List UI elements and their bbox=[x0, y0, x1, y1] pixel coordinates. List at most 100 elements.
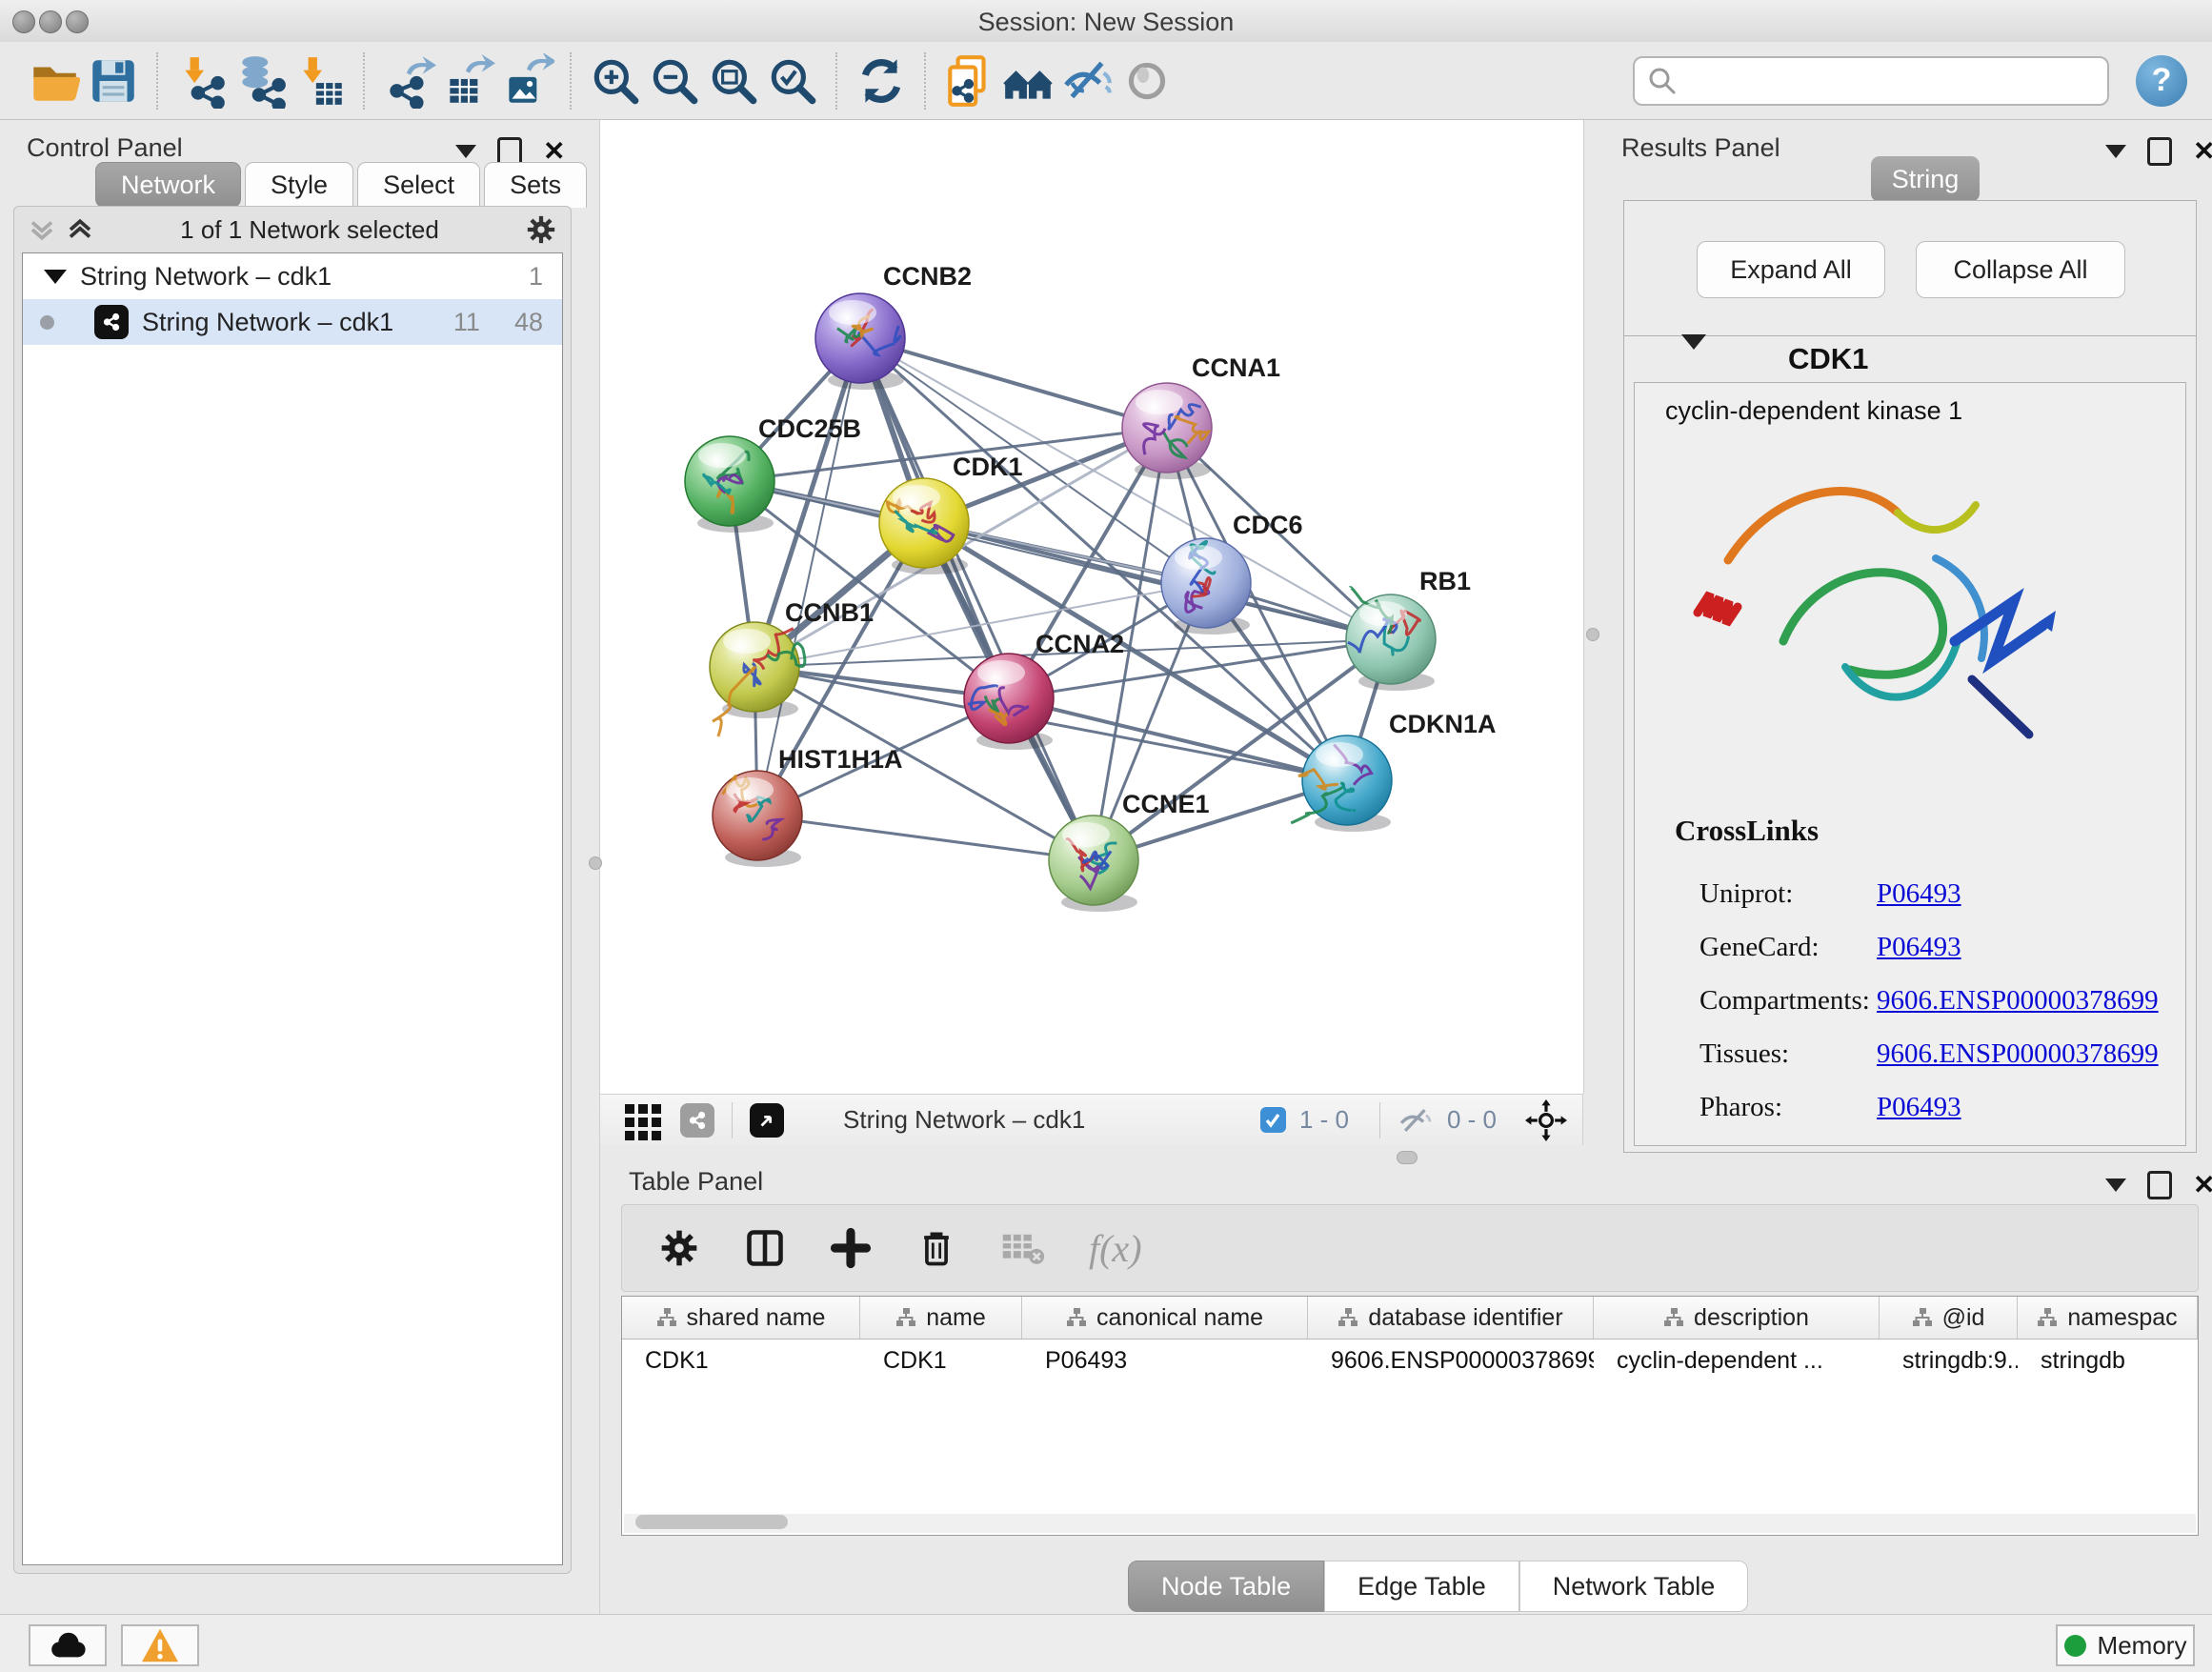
warning-status-button[interactable] bbox=[121, 1624, 199, 1666]
expand-all-icon[interactable] bbox=[66, 215, 94, 244]
refresh-button[interactable] bbox=[852, 51, 911, 111]
tab-string[interactable]: String bbox=[1871, 156, 1980, 202]
refresh-icon bbox=[854, 53, 909, 109]
tab-network-table[interactable]: Network Table bbox=[1519, 1561, 1749, 1612]
panel-float-icon[interactable] bbox=[2147, 1171, 2172, 1199]
column-header-name[interactable]: name bbox=[860, 1297, 1022, 1339]
table-row[interactable]: CDK1CDK1P064939606.ENSP00000378699cyclin… bbox=[622, 1340, 2198, 1381]
crosslink-link[interactable]: P06493 bbox=[1877, 932, 1961, 962]
crosslink-row: Compartments:9606.ENSP00000378699 bbox=[1699, 985, 2159, 1027]
node-CDC6[interactable]: CDC6 bbox=[1161, 511, 1303, 635]
column-header-database-identifier[interactable]: database identifier bbox=[1308, 1297, 1594, 1339]
panel-float-icon[interactable] bbox=[2147, 137, 2172, 166]
delete-column-icon[interactable] bbox=[915, 1227, 957, 1269]
tab-style[interactable]: Style bbox=[245, 162, 353, 208]
zoom-in-button[interactable] bbox=[586, 51, 645, 111]
column-header-shared-name[interactable]: shared name bbox=[622, 1297, 860, 1339]
column-header-canonical-name[interactable]: canonical name bbox=[1022, 1297, 1308, 1339]
panel-menu-icon[interactable] bbox=[2105, 145, 2126, 158]
grid-view-icon[interactable] bbox=[623, 1100, 663, 1140]
crosslink-link[interactable]: P06493 bbox=[1877, 878, 1961, 909]
zoom-selected-button[interactable] bbox=[763, 51, 822, 111]
pan-crosshair-icon[interactable] bbox=[1525, 1099, 1567, 1141]
first-neighbors-button[interactable] bbox=[999, 51, 1058, 111]
export-image-button[interactable] bbox=[497, 51, 556, 111]
gear-icon[interactable] bbox=[658, 1227, 700, 1269]
edge-CCNB2-HIST1H1A[interactable] bbox=[757, 338, 860, 816]
column-header-description[interactable]: description bbox=[1594, 1297, 1880, 1339]
import-table-from-file-button[interactable] bbox=[291, 51, 350, 111]
open-session-button[interactable] bbox=[25, 51, 84, 111]
panel-close-icon[interactable]: ✕ bbox=[2193, 142, 2212, 161]
network-graph[interactable]: CCNB2CCNA1CDC25BCDK1CDC6RB1CCNB1CCNA2CDK… bbox=[600, 120, 1583, 1094]
tab-select[interactable]: Select bbox=[357, 162, 480, 208]
table-cell: P06493 bbox=[1022, 1347, 1308, 1375]
network-row[interactable]: String Network – cdk1 11 48 bbox=[23, 299, 562, 345]
crosslink-link[interactable]: 9606.ENSP00000378699 bbox=[1877, 1038, 2159, 1069]
panel-menu-icon[interactable] bbox=[2105, 1178, 2126, 1192]
toolbar-separator bbox=[835, 52, 838, 110]
memory-button[interactable]: Memory bbox=[2056, 1624, 2195, 1666]
cloud-status-button[interactable] bbox=[29, 1624, 107, 1666]
horizontal-scrollbar-thumb[interactable] bbox=[635, 1515, 788, 1529]
network-canvas[interactable]: CCNB2CCNA1CDC25BCDK1CDC6RB1CCNB1CCNA2CDK… bbox=[600, 120, 1584, 1094]
string-view-icon[interactable] bbox=[680, 1103, 714, 1138]
edge-CCNB2-CCNA1[interactable] bbox=[860, 338, 1167, 428]
table-type-tabs: Node TableEdge TableNetwork Table bbox=[1128, 1561, 1748, 1612]
collapse-all-icon[interactable] bbox=[28, 215, 56, 244]
node-CCNB1[interactable]: CCNB1 bbox=[710, 598, 874, 736]
export-table-button[interactable] bbox=[438, 51, 497, 111]
right-splitter-grip[interactable] bbox=[1586, 628, 1599, 641]
node-label-CCNA2: CCNA2 bbox=[1036, 630, 1124, 658]
hide-selection-button[interactable] bbox=[1058, 51, 1117, 111]
tab-sets[interactable]: Sets bbox=[484, 162, 587, 208]
edge-HIST1H1A-CCNE1[interactable] bbox=[757, 816, 1094, 860]
show-all-button[interactable] bbox=[1117, 51, 1176, 111]
import-network-from-database-button[interactable] bbox=[231, 51, 291, 111]
zoom-out-button[interactable] bbox=[645, 51, 704, 111]
left-splitter-grip[interactable] bbox=[589, 856, 602, 870]
gear-icon[interactable] bbox=[525, 213, 557, 246]
help-button[interactable]: ? bbox=[2136, 55, 2187, 107]
network-collection-row[interactable]: String Network – cdk1 1 bbox=[23, 253, 562, 299]
import-network-from-file-button[interactable] bbox=[172, 51, 231, 111]
section-collapse-caret[interactable] bbox=[1681, 350, 1706, 367]
crosslink-link[interactable]: P06493 bbox=[1877, 1092, 1961, 1122]
panel-close-icon[interactable]: ✕ bbox=[2193, 1176, 2212, 1195]
selected-checkbox[interactable] bbox=[1260, 1107, 1286, 1133]
tab-node-table[interactable]: Node Table bbox=[1128, 1561, 1324, 1612]
export-network-button[interactable] bbox=[379, 51, 438, 111]
export-network-icon bbox=[381, 53, 436, 109]
birds-eye-view-icon[interactable] bbox=[750, 1103, 784, 1138]
results-buttons-box: Expand All Collapse All bbox=[1623, 200, 2197, 337]
protein-section: CDK1 cyclin-dependent kinase 1 CrossLink… bbox=[1623, 335, 2197, 1153]
panel-menu-icon[interactable] bbox=[455, 145, 476, 158]
column-type-icon bbox=[895, 1307, 916, 1328]
node-CDK1[interactable]: CDK1 bbox=[879, 453, 1023, 574]
tab-edge-table[interactable]: Edge Table bbox=[1324, 1561, 1519, 1612]
node-HIST1H1A[interactable]: HIST1H1A bbox=[713, 745, 903, 867]
tab-network[interactable]: Network bbox=[95, 162, 241, 208]
show-columns-icon[interactable] bbox=[744, 1227, 786, 1269]
add-column-icon[interactable] bbox=[830, 1227, 872, 1269]
string-network-icon bbox=[94, 305, 129, 339]
new-network-from-selection-button[interactable] bbox=[940, 51, 999, 111]
node-CCNE1[interactable]: CCNE1 bbox=[1049, 790, 1210, 912]
zoom-fit-button[interactable] bbox=[704, 51, 763, 111]
node-RB1[interactable]: RB1 bbox=[1346, 567, 1471, 691]
collapse-all-button[interactable]: Collapse All bbox=[1916, 241, 2125, 298]
search-input[interactable] bbox=[1679, 65, 2096, 96]
crosslink-link[interactable]: 9606.ENSP00000378699 bbox=[1877, 985, 2159, 1016]
save-session-button[interactable] bbox=[84, 51, 143, 111]
title-bar: Session: New Session bbox=[0, 0, 2212, 43]
node-label-CDK1: CDK1 bbox=[953, 453, 1023, 481]
node-CCNB2[interactable]: CCNB2 bbox=[815, 262, 972, 390]
panel-close-icon[interactable]: ✕ bbox=[543, 142, 565, 161]
column-header--id[interactable]: @id bbox=[1880, 1297, 2018, 1339]
collection-expand-caret[interactable] bbox=[44, 270, 67, 284]
column-header-namespac[interactable]: namespac bbox=[2018, 1297, 2198, 1339]
protein-section-title: CDK1 bbox=[1788, 342, 1868, 376]
horizontal-scrollbar-track[interactable] bbox=[624, 1514, 2196, 1533]
expand-all-button[interactable]: Expand All bbox=[1697, 241, 1885, 298]
edge-CCNB2-CCNE1[interactable] bbox=[860, 338, 1094, 860]
